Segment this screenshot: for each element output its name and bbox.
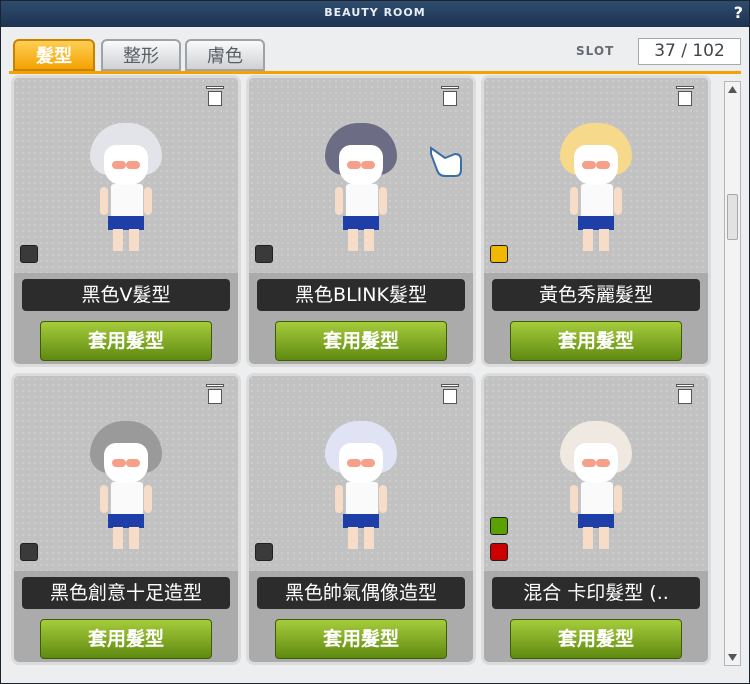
color-swatch[interactable]: [490, 543, 508, 561]
style-name: 混合 卡印髮型 (..: [492, 577, 700, 609]
avatar-preview: [249, 376, 473, 571]
apply-hairstyle-button[interactable]: 套用髮型: [40, 321, 212, 361]
avatar-preview: [249, 78, 473, 273]
character-avatar: [86, 421, 166, 561]
avatar-preview: [484, 78, 708, 273]
character-avatar: [556, 421, 636, 561]
scroll-down-arrow-icon[interactable]: [726, 651, 739, 663]
avatar-face: [574, 145, 618, 185]
slot-label: SLOT: [576, 44, 615, 58]
trash-icon[interactable]: [676, 86, 694, 106]
avatar-face: [339, 145, 383, 185]
apply-hairstyle-button[interactable]: 套用髮型: [40, 619, 212, 659]
trash-icon[interactable]: [206, 86, 224, 106]
style-name: 黑色創意十足造型: [22, 577, 230, 609]
tab-hairstyle[interactable]: 髮型: [13, 39, 95, 71]
avatar-face: [104, 443, 148, 483]
avatar-preview: [14, 376, 238, 571]
window-title: BEAUTY ROOM: [324, 6, 426, 19]
character-avatar: [556, 123, 636, 263]
color-swatch[interactable]: [255, 245, 273, 263]
character-avatar: [321, 123, 401, 263]
title-bar[interactable]: BEAUTY ROOM ?: [1, 1, 749, 27]
avatar-face: [339, 443, 383, 483]
beauty-room-window: BEAUTY ROOM ? 髮型 整形 膚色 SLOT 37 / 102 黑色V…: [0, 0, 750, 684]
color-swatch[interactable]: [20, 245, 38, 263]
slot-count: 37 / 102: [638, 38, 741, 65]
color-swatch[interactable]: [255, 543, 273, 561]
character-avatar: [321, 421, 401, 561]
style-card[interactable]: 黃色秀麗髮型套用髮型: [481, 75, 711, 367]
style-name: 黃色秀麗髮型: [492, 279, 700, 311]
scroll-thumb[interactable]: [727, 194, 738, 240]
apply-hairstyle-button[interactable]: 套用髮型: [275, 619, 447, 659]
trash-icon[interactable]: [441, 86, 459, 106]
style-card[interactable]: 黑色V髮型套用髮型: [11, 75, 241, 367]
scroll-up-arrow-icon[interactable]: [726, 84, 739, 96]
style-name: 黑色帥氣偶像造型: [257, 577, 465, 609]
style-name: 黑色BLINK髮型: [257, 279, 465, 311]
tab-underline: [9, 71, 741, 74]
tab-skin[interactable]: 膚色: [185, 39, 265, 71]
color-swatch[interactable]: [490, 517, 508, 535]
apply-hairstyle-button[interactable]: 套用髮型: [510, 321, 682, 361]
avatar-face: [104, 145, 148, 185]
style-card[interactable]: 黑色BLINK髮型套用髮型: [246, 75, 476, 367]
style-card[interactable]: 黑色創意十足造型套用髮型: [11, 373, 241, 665]
style-grid: 黑色V髮型 套用髮型 黑色BLINK髮型 套用髮型 黃色秀麗髮型 套用髮型 黑色創意十足造型…: [11, 75, 719, 677]
pointing-hand-icon: [430, 146, 462, 177]
style-card[interactable]: 黑色帥氣偶像造型套用髮型: [246, 373, 476, 665]
scrollbar[interactable]: [724, 81, 741, 666]
style-name: 黑色V髮型: [22, 279, 230, 311]
help-button[interactable]: ?: [734, 3, 743, 22]
avatar-face: [574, 443, 618, 483]
color-swatch[interactable]: [490, 245, 508, 263]
character-avatar: [86, 123, 166, 263]
trash-icon[interactable]: [676, 384, 694, 404]
style-card[interactable]: 混合 卡印髮型 (.. 套用髮型: [481, 373, 711, 665]
color-swatch[interactable]: [20, 543, 38, 561]
apply-hairstyle-button[interactable]: 套用髮型: [275, 321, 447, 361]
tab-face[interactable]: 整形: [101, 39, 181, 71]
trash-icon[interactable]: [441, 384, 459, 404]
avatar-preview: [484, 376, 708, 571]
trash-icon[interactable]: [206, 384, 224, 404]
apply-hairstyle-button[interactable]: 套用髮型: [510, 619, 682, 659]
avatar-preview: [14, 78, 238, 273]
